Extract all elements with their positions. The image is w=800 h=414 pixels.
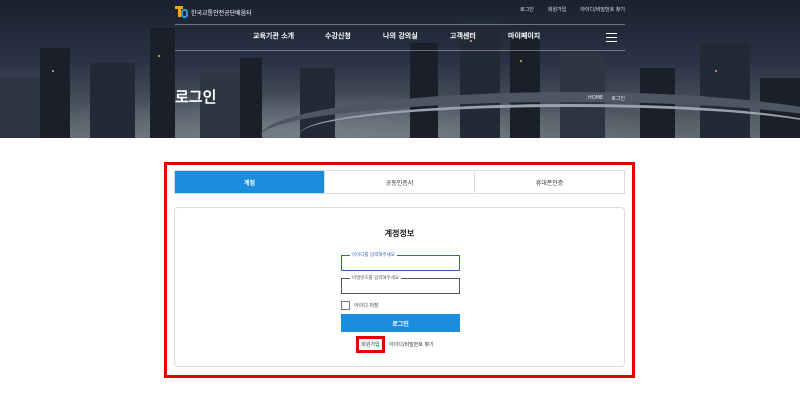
util-signup-link[interactable]: 회원가입 <box>548 6 566 13</box>
breadcrumb: HOME 로그인 <box>588 95 625 102</box>
main-nav: 교육기관 소개 수강신청 나의 강의실 고객센터 마이페이지 <box>0 31 800 45</box>
nav-item-my-classroom[interactable]: 나의 강의실 <box>383 31 418 41</box>
signup-link[interactable]: 회원가입 <box>356 336 385 353</box>
login-button[interactable]: 로그인 <box>341 314 460 332</box>
nav-item-about[interactable]: 교육기관 소개 <box>253 31 294 41</box>
util-login-link[interactable]: 로그인 <box>520 6 534 13</box>
account-links: 회원가입 아이디/비밀번호 찾기 <box>175 336 624 353</box>
site-logo[interactable]: 한국교통안전공단배움터 <box>175 5 252 19</box>
ts-logo-icon <box>175 5 188 19</box>
window-light <box>52 70 54 72</box>
skyline-building <box>90 63 135 138</box>
tab-account[interactable]: 계정 <box>175 171 325 193</box>
nav-item-support[interactable]: 고객센터 <box>450 31 476 41</box>
id-field: 아이디를 입력해주세요 <box>341 252 460 271</box>
skyline-building <box>40 48 70 138</box>
find-account-link[interactable]: 아이디/비밀번호 찾기 <box>389 341 434 348</box>
hero-banner: 한국교통안전공단배움터 로그인 회원가입 아이디/비밀번호 찾기 교육기관 소개… <box>0 0 800 138</box>
nav-divider <box>175 50 625 51</box>
header-divider <box>175 24 625 25</box>
password-input[interactable] <box>342 279 459 293</box>
page-title: 로그인 <box>175 88 217 106</box>
section-title: 계정정보 <box>384 229 415 238</box>
login-method-tabs: 계정 공동인증서 휴대폰인증 <box>174 170 625 194</box>
logo-text: 한국교통안전공단배움터 <box>191 9 252 17</box>
remember-id-label: 아이디 저장 <box>354 303 379 309</box>
remember-id: 아이디 저장 <box>341 301 379 310</box>
password-field: 비밀번호를 입력해주세요 <box>341 275 460 294</box>
nav-item-mypage[interactable]: 마이페이지 <box>508 31 540 41</box>
remember-id-checkbox[interactable] <box>341 301 350 310</box>
utility-links: 로그인 회원가입 아이디/비밀번호 찾기 <box>520 6 625 13</box>
login-card: 계정정보 아이디를 입력해주세요 비밀번호를 입력해주세요 아이디 저장 로그인… <box>174 207 625 367</box>
skyline-building <box>240 58 262 138</box>
nav-item-enrollment[interactable]: 수강신청 <box>325 31 351 41</box>
menu-icon[interactable] <box>606 33 617 42</box>
window-light <box>715 70 717 72</box>
tab-certificate[interactable]: 공동인증서 <box>325 171 475 193</box>
breadcrumb-current: 로그인 <box>611 96 625 102</box>
window-light <box>520 60 522 62</box>
tab-phone-auth[interactable]: 휴대폰인증 <box>475 171 624 193</box>
id-input[interactable] <box>342 256 459 270</box>
window-light <box>158 55 160 57</box>
breadcrumb-home[interactable]: HOME <box>588 95 603 102</box>
util-find-account-link[interactable]: 아이디/비밀번호 찾기 <box>580 6 625 13</box>
